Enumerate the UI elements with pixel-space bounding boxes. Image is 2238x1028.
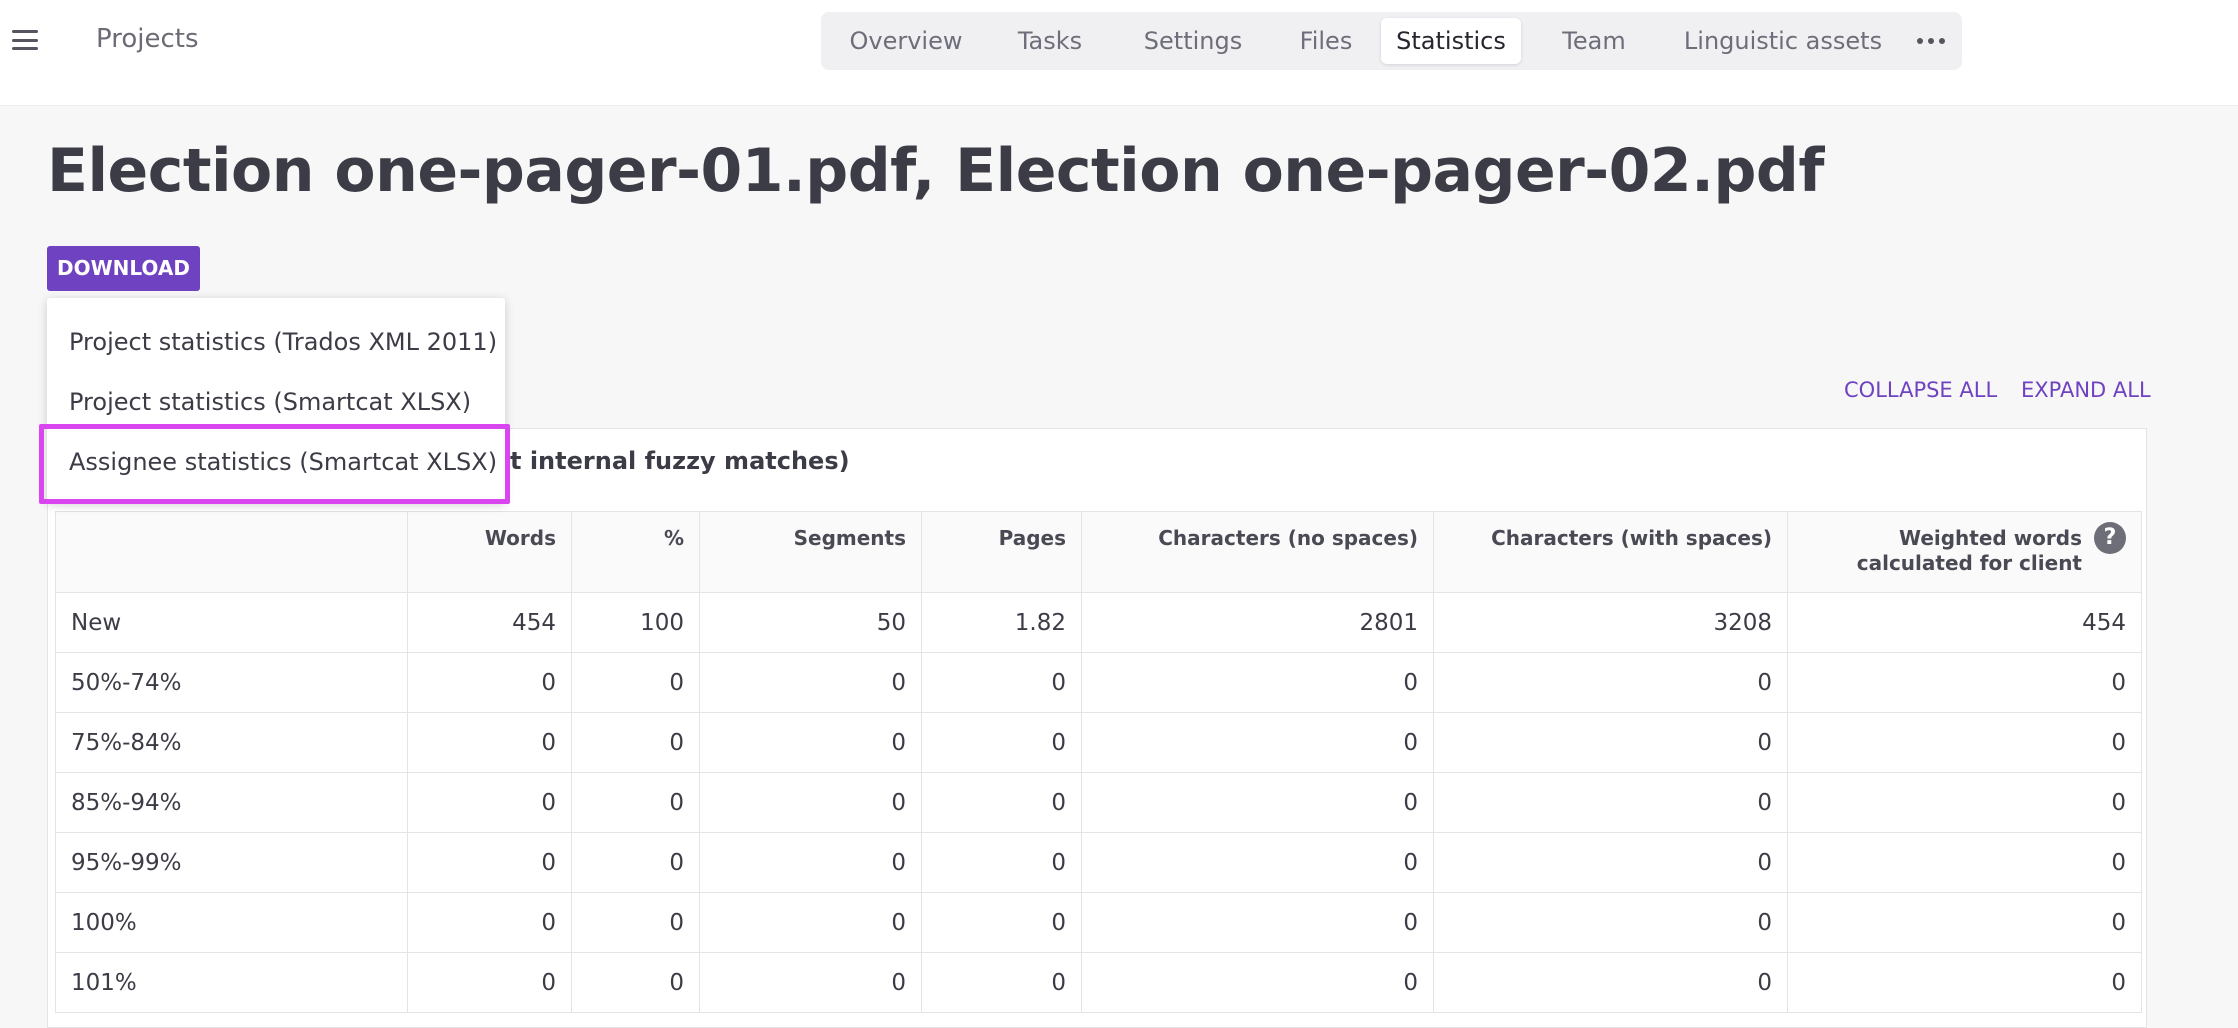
table-cell: 0 (699, 772, 922, 833)
table-cell: 0 (407, 892, 572, 953)
column-header-characters-with-spaces: Characters (with spaces) (1433, 511, 1788, 593)
column-header-weighted-words: Weighted words calculated for client ? (1787, 511, 2142, 593)
column-header-words: Words (407, 511, 572, 593)
table-cell: 0 (571, 652, 700, 713)
row-label: 100% (55, 892, 408, 953)
row-label: 75%-84% (55, 712, 408, 773)
table-cell: 0 (1081, 712, 1434, 773)
table-cell: 0 (407, 952, 572, 1013)
table-cell: 0 (1433, 772, 1788, 833)
table-cell: 0 (1433, 832, 1788, 893)
table-row: 95%-99% 0 0 0 0 0 0 0 (55, 832, 2142, 893)
panel-header[interactable]: t internal fuzzy matches) (510, 447, 850, 475)
table-cell: 0 (699, 952, 922, 1013)
highlight-box (39, 424, 510, 504)
row-label: New (55, 592, 408, 653)
download-button[interactable]: DOWNLOAD (47, 246, 200, 291)
statistics-panel: t internal fuzzy matches) Words % Segmen… (47, 428, 2147, 1028)
table-row: New 454 100 50 1.82 2801 3208 454 (55, 592, 2142, 653)
expand-all-link[interactable]: EXPAND ALL (2021, 378, 2151, 402)
table-cell: 0 (1787, 652, 2142, 713)
column-header-percent: % (571, 511, 700, 593)
table-cell: 0 (1081, 892, 1434, 953)
table-cell: 2801 (1081, 592, 1434, 653)
table-row: 75%-84% 0 0 0 0 0 0 0 (55, 712, 2142, 773)
table-cell: 0 (921, 652, 1082, 713)
table-cell: 0 (1081, 772, 1434, 833)
table-cell: 0 (1433, 952, 1788, 1013)
project-tabs: Overview Tasks Settings Files Statistics… (821, 12, 1962, 70)
table-row: 50%-74% 0 0 0 0 0 0 0 (55, 652, 2142, 713)
page-title: Election one-pager-01.pdf, Election one-… (47, 136, 1824, 206)
tab-overview[interactable]: Overview (837, 18, 975, 64)
menu-item-project-statistics-trados[interactable]: Project statistics (Trados XML 2011) (69, 328, 497, 356)
tab-tasks[interactable]: Tasks (999, 18, 1101, 64)
table-header-row: Words % Segments Pages Characters (no sp… (55, 511, 2142, 593)
hamburger-menu-icon[interactable] (12, 30, 38, 50)
table-cell: 0 (1433, 892, 1788, 953)
table-cell: 0 (407, 772, 572, 833)
table-cell: 0 (699, 892, 922, 953)
table-cell: 0 (1787, 952, 2142, 1013)
top-bar: Projects Overview Tasks Settings Files S… (0, 0, 2238, 106)
column-header-label (55, 511, 408, 593)
row-label: 85%-94% (55, 772, 408, 833)
table-cell: 0 (407, 832, 572, 893)
table-cell: 0 (921, 892, 1082, 953)
table-cell: 0 (921, 772, 1082, 833)
menu-item-project-statistics-smartcat[interactable]: Project statistics (Smartcat XLSX) (69, 388, 471, 416)
tab-statistics[interactable]: Statistics (1381, 18, 1521, 64)
collapse-all-link[interactable]: COLLAPSE ALL (1844, 378, 1997, 402)
tab-settings[interactable]: Settings (1129, 18, 1257, 64)
table-cell: 0 (1081, 832, 1434, 893)
table-cell: 0 (1081, 952, 1434, 1013)
table-cell: 50 (699, 592, 922, 653)
table-cell: 0 (1433, 652, 1788, 713)
table-cell: 0 (699, 832, 922, 893)
table-cell: 0 (921, 832, 1082, 893)
table-cell: 0 (921, 952, 1082, 1013)
table-cell: 0 (571, 892, 700, 953)
table-cell: 0 (1433, 712, 1788, 773)
table-cell: 1.82 (921, 592, 1082, 653)
table-row: 101% 0 0 0 0 0 0 0 (55, 952, 2142, 1013)
column-header-segments: Segments (699, 511, 922, 593)
table-cell: 0 (571, 712, 700, 773)
tab-linguistic-assets[interactable]: Linguistic assets (1671, 18, 1895, 64)
tab-files[interactable]: Files (1279, 18, 1373, 64)
table-cell: 454 (1787, 592, 2142, 653)
column-header-pages: Pages (921, 511, 1082, 593)
table-cell: 3208 (1433, 592, 1788, 653)
table-cell: 100 (571, 592, 700, 653)
table-cell: 0 (1787, 772, 2142, 833)
tab-team[interactable]: Team (1543, 18, 1645, 64)
table-cell: 0 (407, 712, 572, 773)
table-cell: 0 (1787, 892, 2142, 953)
table-cell: 0 (921, 712, 1082, 773)
table-cell: 0 (571, 952, 700, 1013)
row-label: 50%-74% (55, 652, 408, 713)
projects-link[interactable]: Projects (96, 24, 199, 54)
statistics-table: Words % Segments Pages Characters (no sp… (55, 511, 2142, 1013)
table-row: 100% 0 0 0 0 0 0 0 (55, 892, 2142, 953)
more-horizontal-icon[interactable] (1909, 18, 1953, 64)
table-cell: 0 (1081, 652, 1434, 713)
table-cell: 0 (699, 712, 922, 773)
table-cell: 0 (1787, 832, 2142, 893)
column-header-characters-no-spaces: Characters (no spaces) (1081, 511, 1434, 593)
row-label: 95%-99% (55, 832, 408, 893)
table-cell: 0 (699, 652, 922, 713)
table-row: 85%-94% 0 0 0 0 0 0 0 (55, 772, 2142, 833)
table-cell: 0 (571, 772, 700, 833)
table-cell: 0 (571, 832, 700, 893)
table-cell: 0 (407, 652, 572, 713)
weighted-words-label: Weighted words calculated for client (1856, 526, 2082, 575)
table-cell: 454 (407, 592, 572, 653)
help-icon[interactable]: ? (2094, 522, 2126, 554)
table-cell: 0 (1787, 712, 2142, 773)
row-label: 101% (55, 952, 408, 1013)
